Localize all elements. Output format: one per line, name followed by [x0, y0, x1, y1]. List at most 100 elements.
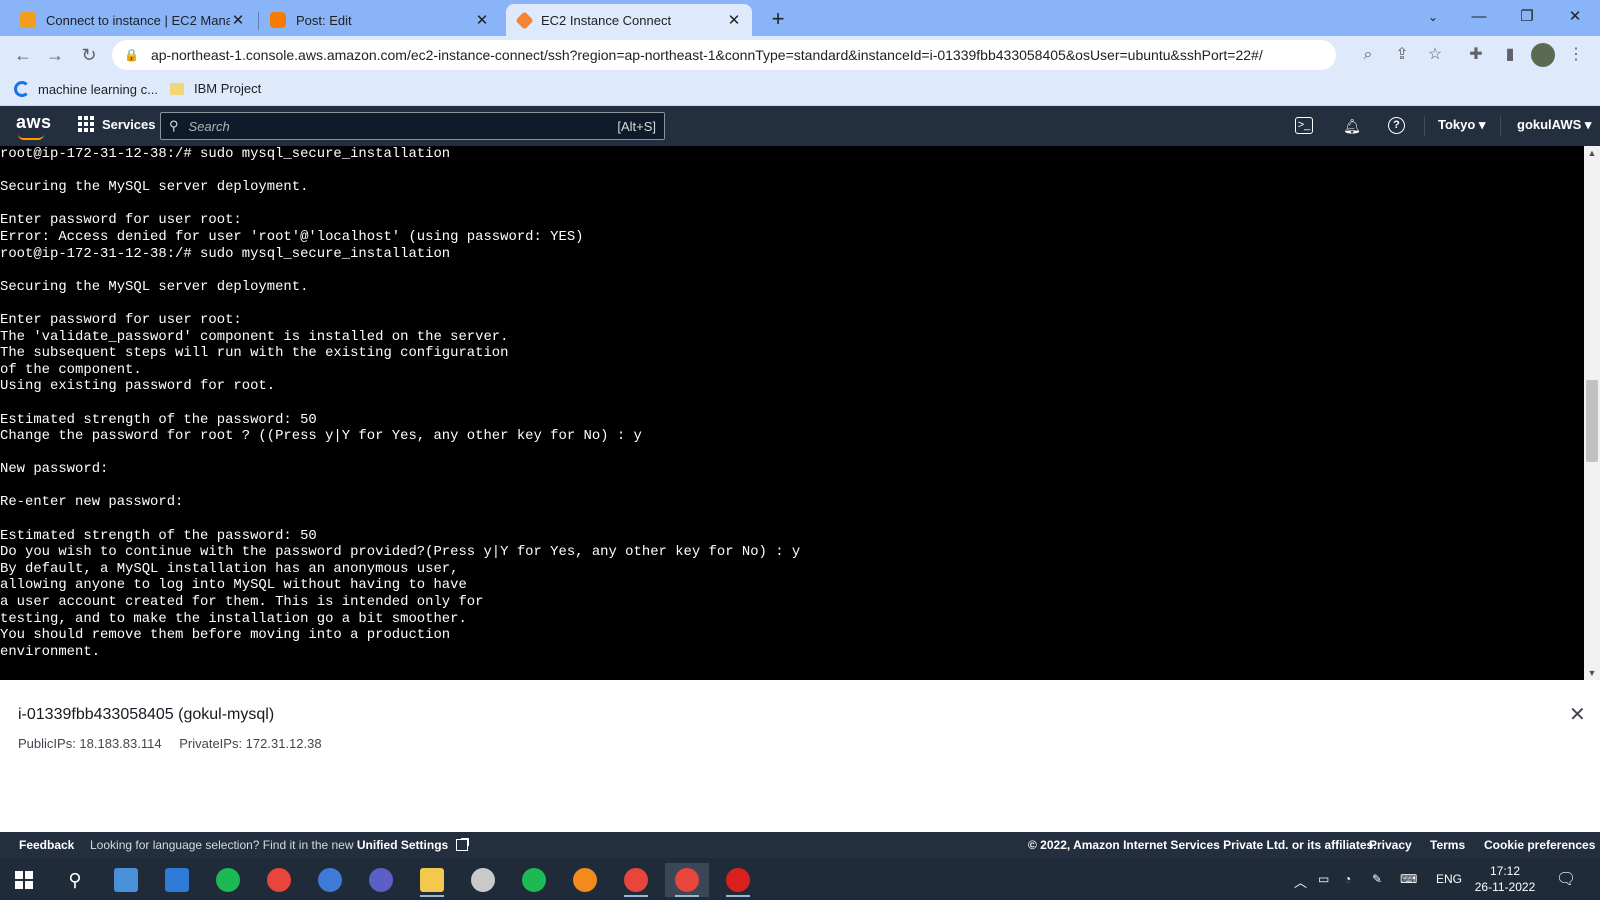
cloudshell-icon[interactable]: >_ [1295, 117, 1313, 134]
taskbar-app[interactable] [563, 863, 607, 897]
bookmark-ibm-project[interactable]: IBM Project [170, 81, 261, 96]
scroll-up-arrow-icon[interactable]: ▲ [1584, 146, 1600, 160]
window-close-icon[interactable]: ✕ [1552, 0, 1598, 34]
terminal-line: allowing anyone to log into MySQL withou… [0, 577, 467, 594]
address-bar[interactable]: 🔒 ap-northeast-1.console.aws.amazon.com/… [112, 40, 1336, 70]
close-icon[interactable]: ✕ [230, 11, 246, 29]
taskbar-app[interactable] [257, 863, 301, 897]
terminal-line: root@ip-172-31-12-38:/# sudo mysql_secur… [0, 146, 451, 162]
bookmarks-bar: machine learning c... IBM Project [0, 74, 1600, 106]
wifi-icon[interactable]: ◔ [1344, 872, 1351, 886]
scrollbar-thumb[interactable] [1586, 380, 1598, 462]
windows-logo-icon [15, 871, 33, 889]
blogger-favicon-icon [270, 12, 286, 28]
help-icon[interactable]: ? [1388, 117, 1405, 134]
terminal-line: environment. [0, 643, 101, 660]
tab-title: Connect to instance | EC2 Manag [46, 12, 230, 28]
tab-connect-to-instance[interactable]: Connect to instance | EC2 Manag ✕ [10, 4, 256, 36]
tray-overflow-chevron-up-icon[interactable]: ︿ [1294, 872, 1307, 891]
tab-title: EC2 Instance Connect [541, 12, 672, 28]
taskbar-app[interactable] [359, 863, 403, 897]
close-icon[interactable]: ✕ [726, 11, 742, 29]
acrobat-icon [726, 868, 750, 892]
taskbar-app[interactable] [104, 863, 148, 897]
unified-settings-link[interactable]: Unified Settings [357, 838, 448, 852]
restore-icon[interactable]: ❐ [1504, 0, 1550, 34]
spotify-icon [216, 868, 240, 892]
copyright-text: © 2022, Amazon Internet Services Private… [1028, 838, 1377, 852]
more-menu-icon[interactable]: ⋮ [1563, 42, 1589, 68]
clock-time: 17:12 [1489, 864, 1521, 878]
taskbar-app[interactable] [155, 863, 199, 897]
instance-title: i-01339fbb433058405 (gokul-mysql) [18, 706, 275, 723]
aws-console-header: aws Services ⚲ Search [Alt+S] >_ 🔔︎ ? To… [0, 106, 1600, 146]
tab-search-chevron-down-icon[interactable]: ⌄ [1410, 0, 1456, 34]
forward-arrow-icon[interactable]: → [42, 42, 68, 68]
scroll-down-arrow-icon[interactable]: ▼ [1584, 666, 1600, 680]
taskbar-app[interactable] [716, 863, 760, 897]
header-divider [1500, 116, 1501, 136]
cookie-preferences-link[interactable]: Cookie preferences [1484, 838, 1595, 852]
terminal-line: Error: Access denied for user 'root'@'lo… [0, 228, 584, 245]
terminal-line: Using existing password for root. [0, 378, 276, 395]
search-input[interactable]: ⚲ Search [Alt+S] [160, 112, 665, 140]
bookmark-label: machine learning c... [38, 81, 158, 97]
chrome-profile-2-icon [675, 868, 699, 892]
browser-toolbar: ← → ↻ 🔒 ap-northeast-1.console.aws.amazo… [0, 36, 1600, 74]
privacy-link[interactable]: Privacy [1369, 838, 1412, 852]
new-tab-button[interactable]: + [764, 6, 792, 34]
close-icon[interactable]: ✕ [474, 11, 490, 29]
taskbar-app[interactable] [512, 863, 556, 897]
chrome-icon [267, 868, 291, 892]
notifications-bell-icon[interactable]: 🔔︎ [1341, 115, 1363, 137]
keyboard-icon[interactable]: ⌨ [1400, 872, 1417, 886]
terms-link[interactable]: Terms [1430, 838, 1465, 852]
windows-start-button[interactable] [2, 863, 46, 897]
terminal-output: root@ip-172-31-12-38:/# sudo mysql_secur… [0, 146, 1584, 660]
taskbar-app[interactable] [461, 863, 505, 897]
taskbar-app[interactable] [614, 863, 658, 897]
reload-icon[interactable]: ↻ [76, 42, 102, 68]
language-indicator[interactable]: ENG [1436, 872, 1462, 886]
ssh-terminal[interactable]: root@ip-172-31-12-38:/# sudo mysql_secur… [0, 146, 1584, 680]
tab-ec2-instance-connect[interactable]: EC2 Instance Connect ✕ [506, 4, 752, 36]
profile-avatar[interactable] [1531, 43, 1555, 67]
terminal-scrollbar[interactable]: ▲ ▼ [1584, 146, 1600, 680]
account-menu[interactable]: gokulAWS ▾ [1517, 117, 1591, 133]
bookmark-star-icon[interactable]: ☆ [1422, 42, 1448, 68]
close-icon[interactable]: ✕ [1569, 702, 1586, 727]
feedback-link[interactable]: Feedback [19, 838, 74, 852]
region-selector[interactable]: Tokyo ▾ [1438, 117, 1485, 133]
terminal-line: root@ip-172-31-12-38:/# sudo mysql_secur… [0, 245, 451, 262]
aws-smile-logo-icon [18, 134, 44, 140]
notifications-center-icon[interactable]: 🗨︎ [1556, 869, 1576, 889]
tab-divider [258, 12, 259, 30]
bookmark-machine-learning[interactable]: machine learning c... [14, 81, 158, 97]
terminal-line: By default, a MySQL installation has an … [0, 560, 459, 577]
external-link-icon [455, 838, 469, 851]
taskbar-app[interactable] [410, 863, 454, 897]
side-panel-icon[interactable]: ▮ [1497, 42, 1523, 68]
qbittorrent-icon [318, 868, 342, 892]
battery-icon[interactable]: ▭ [1318, 872, 1329, 886]
taskbar-app[interactable] [206, 863, 250, 897]
chrome-profile-icon [624, 868, 648, 892]
taskbar-app[interactable] [308, 863, 352, 897]
back-arrow-icon[interactable]: ← [10, 42, 36, 68]
search-icon: ⚲ [169, 118, 179, 133]
extensions-puzzle-icon[interactable]: ✚ [1463, 42, 1489, 68]
clock-date: 26-11-2022 [1474, 880, 1536, 894]
aws-logo[interactable]: aws [16, 112, 52, 133]
private-ips: PrivateIPs: 172.31.12.38 [179, 736, 322, 751]
minimize-icon[interactable]: — [1456, 0, 1502, 34]
taskbar-clock[interactable]: 17:12 26-11-2022 [1460, 863, 1550, 895]
terminal-line: Change the password for root ? ((Press y… [0, 428, 642, 445]
taskbar-app[interactable] [665, 863, 709, 897]
tab-post-edit[interactable]: Post: Edit ✕ [260, 4, 500, 36]
share-icon[interactable]: ⇪ [1389, 42, 1415, 68]
terminal-line: You should remove them before moving int… [0, 627, 451, 644]
taskbar-search-button[interactable]: ⚲ [53, 863, 97, 897]
zoom-icon[interactable]: ⌕ [1355, 42, 1381, 68]
services-menu-button[interactable]: Services [78, 116, 156, 132]
pen-icon[interactable]: ✎ [1372, 872, 1382, 886]
